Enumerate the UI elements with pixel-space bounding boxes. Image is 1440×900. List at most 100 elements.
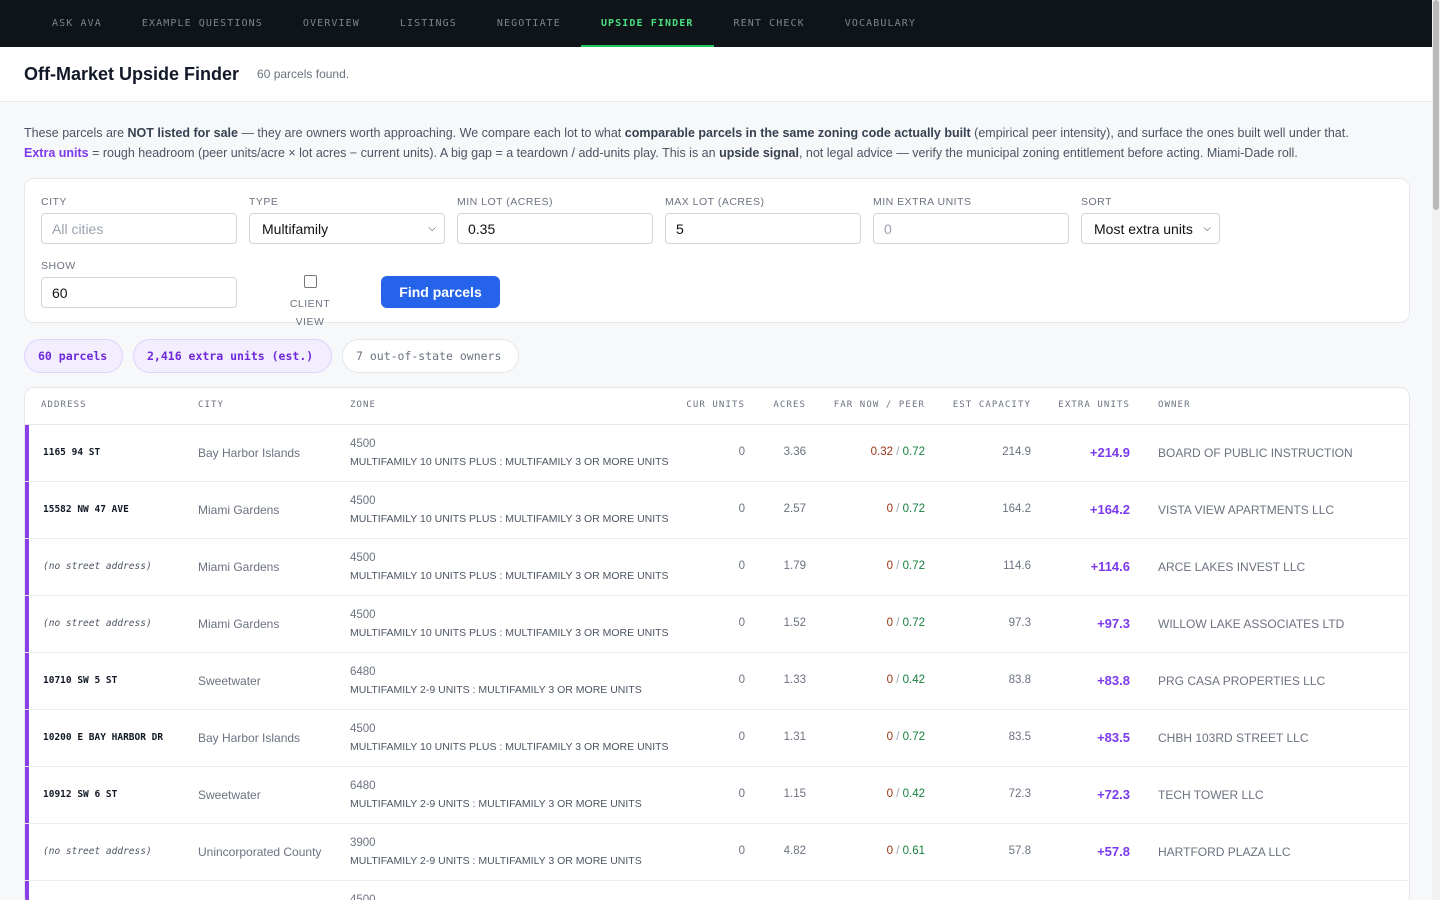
client-view-checkbox[interactable] — [303, 275, 317, 288]
zone-description: MULTIFAMILY 2-9 UNITS : MULTIFAMILY 3 OR… — [350, 798, 642, 810]
max-lot-input[interactable]: 5 — [665, 213, 861, 244]
far-now-peer: 0 / 0.72 — [887, 731, 925, 743]
col-capacity[interactable]: EST CAPACITY — [953, 400, 1031, 410]
far-now-peer: 0 / 0.72 — [887, 617, 925, 629]
min-extra-filter: MIN EXTRA UNITS 0 — [873, 196, 1069, 244]
city-filter: CITY All cities — [41, 196, 237, 244]
find-parcels-button[interactable]: Find parcels — [381, 276, 500, 308]
est-capacity: 83.8 — [1008, 674, 1031, 686]
city-input[interactable]: All cities — [41, 213, 237, 244]
current-units: 0 — [738, 674, 745, 686]
parcel-city: Unincorporated County — [198, 845, 322, 859]
min-extra-label: MIN EXTRA UNITS — [873, 196, 972, 208]
extra-units: +114.6 — [1090, 559, 1130, 574]
current-units: 0 — [738, 617, 745, 629]
col-far[interactable]: FAR NOW / PEER — [834, 400, 925, 410]
est-capacity: 164.2 — [1002, 503, 1031, 515]
tab-listings[interactable]: LISTINGS — [380, 0, 477, 47]
far-now-peer: 0 / 0.42 — [887, 788, 925, 800]
zone-description: MULTIFAMILY 10 UNITS PLUS : MULTIFAMILY … — [350, 513, 669, 525]
extra-units: +164.2 — [1089, 502, 1130, 517]
max-lot-filter: MAX LOT (ACRES) 5 — [665, 196, 861, 244]
owner-name: HARTFORD PLAZA LLC — [1158, 845, 1291, 859]
table-row[interactable]: 10710 SW 5 ST Sweetwater 6480 MULTIFAMILY 2… — [25, 653, 1409, 710]
sort-select[interactable]: Most extra units ⌵ — [1081, 213, 1220, 244]
est-capacity: 214.9 — [1002, 446, 1031, 458]
parcel-address: (no street address) — [43, 561, 152, 572]
zone-description: MULTIFAMILY 10 UNITS PLUS : MULTIFAMILY … — [350, 570, 669, 582]
show-filter: SHOW 60 — [41, 260, 237, 308]
table-header: ADDRESS CITY ZONE CUR UNITS ACRES FAR NO… — [25, 388, 1409, 425]
parcel-address: (no street address) — [43, 618, 152, 629]
tab-negotiate[interactable]: NEGOTIATE — [477, 0, 581, 47]
tab-upside-finder[interactable]: UPSIDE FINDER — [580, 0, 714, 47]
far-peer: 0.72 — [902, 446, 925, 458]
results-table: ADDRESS CITY ZONE CUR UNITS ACRES FAR NO… — [24, 387, 1410, 900]
table-row[interactable]: (no street address) Miami Gardens 4500 MULT… — [25, 596, 1409, 653]
col-owner[interactable]: OWNER — [1158, 400, 1191, 410]
current-units: 0 — [738, 788, 745, 800]
page-title: Off-Market Upside Finder — [24, 63, 240, 84]
col-zone[interactable]: ZONE — [350, 400, 376, 410]
parcels-count-badge: 60 parcels — [24, 339, 123, 373]
table-row[interactable]: 10912 SW 6 ST Sweetwater 6480 MULTIFAMILY 2… — [25, 767, 1409, 824]
top-nav: ASK AVA EXAMPLE QUESTIONS OVERVIEW LISTI… — [0, 0, 1432, 47]
col-acres[interactable]: ACRES — [773, 400, 806, 410]
min-lot-input[interactable]: 0.35 — [457, 213, 653, 244]
table-row[interactable]: (no street address) Unincorporated County… — [25, 824, 1409, 881]
parcel-address: 10710 SW 5 ST — [43, 675, 118, 686]
client-view-toggle[interactable]: CLIENT VIEW — [275, 275, 345, 330]
tab-rent-check[interactable]: RENT CHECK — [714, 0, 825, 47]
page-scrollbar[interactable] — [1432, 0, 1440, 900]
lot-acres: 1.52 — [783, 617, 806, 629]
col-cur-units[interactable]: CUR UNITS — [686, 400, 745, 410]
tab-vocabulary[interactable]: VOCABULARY — [825, 0, 936, 47]
far-separator: / — [893, 446, 903, 458]
table-row[interactable]: (no street address) Miami Gardens 4500 MULT… — [25, 539, 1409, 596]
table-row[interactable]: 4500 — [25, 881, 1409, 900]
parcel-address: 10200 E BAY HARBOR DR — [43, 732, 164, 743]
far-peer: 0.72 — [902, 503, 925, 515]
min-extra-input[interactable]: 0 — [873, 213, 1069, 244]
far-separator: / — [893, 788, 903, 800]
parcel-address: 1165 94 ST — [43, 447, 101, 458]
far-now-peer: 0 / 0.42 — [887, 674, 925, 686]
zone-description: MULTIFAMILY 10 UNITS PLUS : MULTIFAMILY … — [350, 456, 669, 468]
far-separator: / — [893, 503, 903, 515]
intro-text-part: (empirical peer intensity), and surface … — [970, 126, 1349, 140]
tab-overview[interactable]: OVERVIEW — [283, 0, 380, 47]
results-count: 60 parcels found. — [257, 67, 350, 81]
far-now-peer: 0.32 / 0.72 — [871, 446, 925, 458]
zone-description: MULTIFAMILY 2-9 UNITS : MULTIFAMILY 3 OR… — [350, 855, 642, 867]
tab-ask-ava[interactable]: ASK AVA — [32, 0, 122, 47]
extra-units: +214.9 — [1089, 445, 1130, 460]
filter-panel: CITY All cities TYPE Multifamily ⌵ MIN L… — [24, 178, 1410, 328]
zone-code: 4500 — [350, 723, 376, 735]
extra-units: +72.3 — [1097, 787, 1130, 802]
parcel-city: Sweetwater — [198, 788, 261, 802]
owner-name: PRG CASA PROPERTIES LLC — [1158, 674, 1326, 688]
table-row[interactable]: 15582 NW 47 AVE Miami Gardens 4500 MULTIFAM… — [25, 482, 1409, 539]
show-input[interactable]: 60 — [41, 277, 237, 308]
table-row[interactable]: 10200 E BAY HARBOR DR Bay Harbor Islands 4… — [25, 710, 1409, 767]
col-city[interactable]: CITY — [198, 400, 224, 410]
col-extra-units[interactable]: EXTRA UNITS — [1058, 400, 1130, 410]
far-separator: / — [893, 617, 903, 629]
current-units: 0 — [738, 503, 745, 515]
page-header: Off-Market Upside Finder 60 parcels foun… — [0, 47, 1432, 102]
far-peer: 0.72 — [902, 731, 925, 743]
col-address[interactable]: ADDRESS — [41, 400, 87, 410]
type-select[interactable]: Multifamily ⌵ — [249, 213, 445, 244]
est-capacity: 97.3 — [1008, 617, 1031, 629]
table-row[interactable]: 1165 94 ST Bay Harbor Islands 4500 MULTIFAM… — [25, 425, 1409, 482]
zone-description: MULTIFAMILY 10 UNITS PLUS : MULTIFAMILY … — [350, 741, 669, 753]
intro-extra-units-term: Extra units — [24, 146, 89, 160]
parcel-city: Miami Gardens — [198, 560, 280, 574]
far-separator: / — [893, 731, 903, 743]
show-label: SHOW — [41, 260, 76, 272]
scrollbar-thumb[interactable] — [1433, 0, 1439, 210]
far-peer: 0.72 — [902, 560, 925, 572]
min-lot-filter: MIN LOT (ACRES) 0.35 — [457, 196, 653, 244]
owner-name: VISTA VIEW APARTMENTS LLC — [1158, 503, 1335, 517]
tab-example-questions[interactable]: EXAMPLE QUESTIONS — [122, 0, 283, 47]
